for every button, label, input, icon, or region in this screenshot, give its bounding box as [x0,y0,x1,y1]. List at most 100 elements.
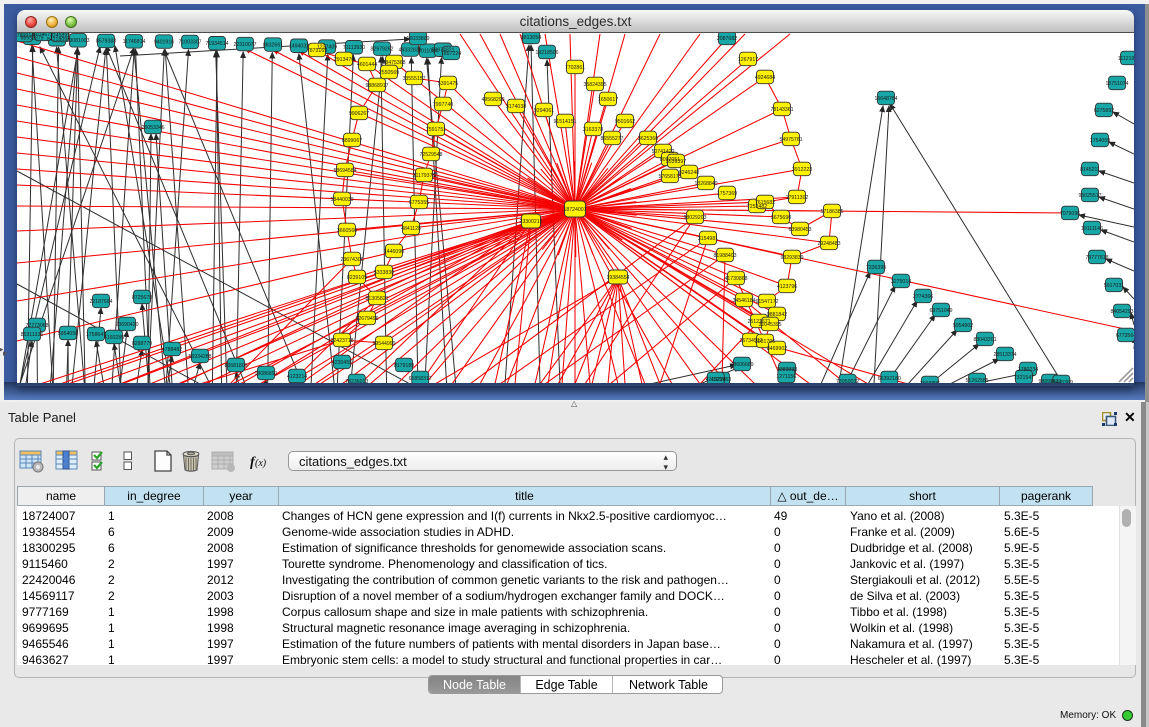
svg-text:9501662: 9501662 [615,118,635,124]
svg-text:1650617: 1650617 [598,96,618,102]
svg-text:3163378: 3163378 [583,126,603,132]
svg-text:8145211: 8145211 [1080,166,1100,172]
svg-text:(x): (x) [255,458,267,469]
svg-text:16033809: 16033809 [406,35,429,41]
svg-text:99544999: 99544999 [372,340,395,346]
svg-text:18724007: 18724007 [563,207,586,213]
svg-text:7321547: 7321547 [1014,374,1034,380]
svg-text:4601444: 4601444 [357,61,377,67]
svg-text:2913476: 2913476 [334,56,354,62]
svg-text:4213224: 4213224 [706,376,726,382]
svg-text:2087682: 2087682 [717,35,737,41]
svg-text:3660560: 3660560 [337,227,357,233]
svg-text:6773564: 6773564 [1116,332,1134,338]
svg-text:8832661: 8832661 [263,42,283,48]
svg-text:66392180: 66392180 [878,375,901,381]
svg-text:9383838: 9383838 [777,366,797,372]
svg-text:7997740: 7997740 [433,101,453,107]
svg-text:9906267: 9906267 [349,110,369,116]
svg-text:92423718: 92423718 [330,337,353,343]
svg-text:1754009: 1754009 [1090,137,1110,143]
svg-text:8179189: 8179189 [394,362,414,368]
svg-text:19218506: 19218506 [535,49,558,55]
svg-text:15751074: 15751074 [1105,80,1128,86]
svg-text:8899067: 8899067 [342,137,362,143]
svg-text:34546184: 34546184 [732,297,755,303]
svg-text:23690420: 23690420 [115,321,138,327]
svg-text:3912223: 3912223 [792,166,812,172]
svg-text:78143361: 78143361 [770,106,793,112]
svg-text:6775355: 6775355 [409,199,429,205]
svg-text:22310077: 22310077 [233,41,256,47]
svg-text:3675690: 3675690 [771,214,791,220]
svg-text:72773068: 72773068 [25,322,48,328]
svg-text:84054293: 84054293 [1110,308,1133,314]
svg-text:57658173: 57658173 [658,173,681,179]
svg-text:31045395: 31045395 [758,321,781,327]
svg-text:2550569: 2550569 [379,69,399,75]
svg-text:95025517: 95025517 [1078,192,1101,198]
svg-text:1446090: 1446090 [384,248,404,254]
svg-text:6275892: 6275892 [1094,107,1114,113]
svg-text:8813054: 8813054 [521,34,541,40]
svg-text:8288779: 8288779 [132,340,152,346]
svg-text:7336395: 7336395 [866,264,886,270]
svg-text:1757369: 1757369 [717,190,737,196]
svg-text:81988403: 81988403 [713,252,736,258]
svg-text:73950032: 73950032 [836,378,859,382]
svg-text:5391475: 5391475 [438,80,458,86]
svg-text:71003307: 71003307 [178,39,201,45]
svg-text:5917031: 5917031 [1104,282,1124,288]
svg-text:18086891: 18086891 [254,370,277,376]
svg-text:98029203: 98029203 [683,214,706,220]
svg-text:4789914: 4789914 [17,33,34,39]
svg-text:4230455: 4230455 [332,359,352,365]
svg-text:8579383: 8579383 [96,38,116,44]
svg-text:50741422: 50741422 [651,148,674,154]
svg-text:5854058: 5854058 [58,330,78,336]
svg-text:19111146: 19111146 [1081,225,1103,231]
svg-text:4123796: 4123796 [777,283,797,289]
svg-text:3981706: 3981706 [755,338,775,344]
svg-text:4841128: 4841128 [401,225,421,231]
svg-text:11746814: 11746814 [123,39,146,45]
svg-text:51262585: 51262585 [966,377,989,382]
svg-text:7857224: 7857224 [441,50,461,56]
svg-text:3154981: 3154981 [698,235,718,241]
svg-text:71934514: 71934514 [205,41,228,47]
svg-text:9881842: 9881842 [767,311,787,317]
svg-text:13445369: 13445369 [1050,379,1073,382]
svg-text:1780234: 1780234 [1018,366,1038,372]
svg-text:79777818: 79777818 [1085,254,1108,260]
svg-text:7079096: 7079096 [1060,210,1080,216]
svg-text:9401916: 9401916 [154,39,174,45]
svg-text:26053346: 26053346 [141,124,164,130]
svg-text:8239109: 8239109 [347,274,367,280]
svg-text:61858317: 61858317 [409,375,432,381]
svg-text:85311336: 85311336 [21,331,44,337]
svg-text:57186385: 57186385 [820,208,843,214]
svg-text:19384554: 19384554 [606,274,629,280]
svg-text:16648784: 16648784 [874,95,897,101]
svg-text:17911302: 17911302 [786,194,809,200]
svg-text:81305821: 81305821 [365,295,388,301]
svg-text:7993895: 7993895 [920,380,940,382]
svg-text:1245892: 1245892 [50,33,70,39]
svg-text:3539397: 3539397 [666,158,686,164]
svg-text:82679496: 82679496 [355,315,378,321]
svg-text:4160285: 4160285 [104,334,124,340]
svg-text:3275014: 3275014 [891,278,911,284]
svg-text:23674308: 23674308 [340,256,363,262]
svg-text:4924684: 4924684 [755,74,775,80]
svg-text:86555277: 86555277 [600,135,623,141]
svg-text:58440039: 58440039 [330,196,353,202]
svg-text:83681809: 83681809 [224,362,247,368]
svg-text:54975761: 54975761 [779,136,802,142]
svg-text:98293839: 98293839 [780,254,803,260]
svg-text:63980453: 63980453 [788,226,811,232]
svg-text:72529548: 72529548 [419,151,442,157]
svg-text:83043201: 83043201 [973,336,996,342]
svg-text:31179376: 31179376 [413,172,436,178]
svg-text:98868917: 98868917 [365,82,388,88]
svg-text:8725678: 8725678 [132,294,152,300]
